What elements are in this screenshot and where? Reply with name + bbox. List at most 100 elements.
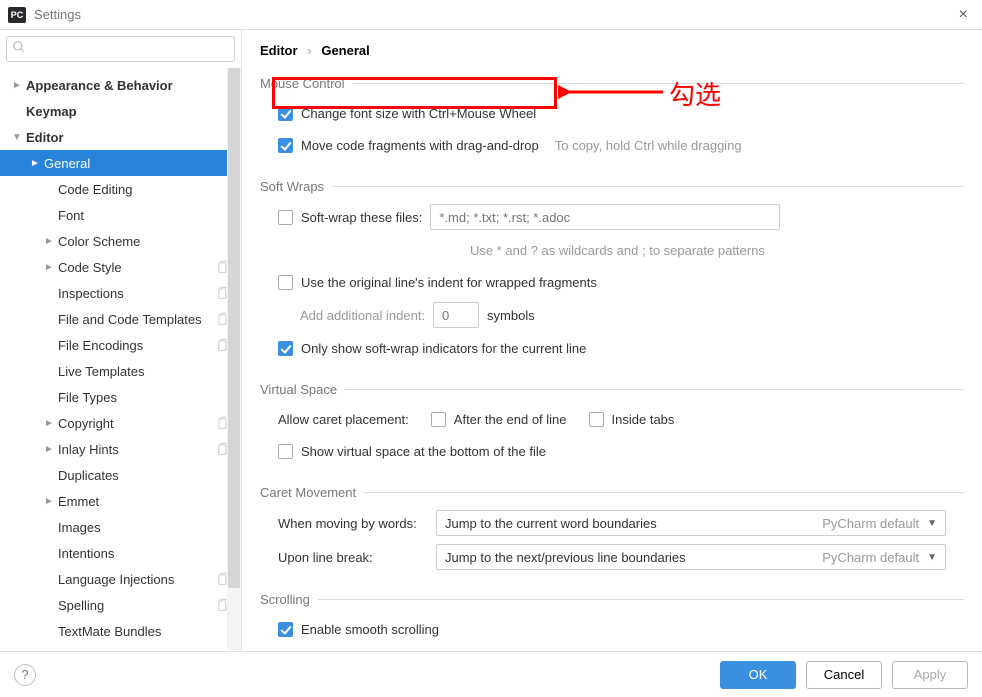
select-by-words-value: Jump to the current word boundaries bbox=[445, 516, 822, 531]
tree-item-images[interactable]: Images bbox=[0, 514, 241, 540]
select-by-words-default: PyCharm default bbox=[822, 516, 919, 531]
window-title: Settings bbox=[34, 7, 81, 22]
label-change-font-size: Change font size with Ctrl+Mouse Wheel bbox=[301, 106, 536, 121]
label-original-indent: Use the original line's indent for wrapp… bbox=[301, 275, 597, 290]
tree-arrow-icon: ► bbox=[44, 236, 58, 247]
tree-arrow-icon: ▼ bbox=[12, 132, 26, 143]
label-virtual-bottom: Show virtual space at the bottom of the … bbox=[301, 444, 546, 459]
tree-item-label: Spelling bbox=[58, 598, 217, 613]
label-allow-caret: Allow caret placement: bbox=[278, 412, 409, 427]
breadcrumb-general: General bbox=[321, 43, 369, 58]
hint-move-code: To copy, hold Ctrl while dragging bbox=[555, 138, 742, 153]
select-line-break-default: PyCharm default bbox=[822, 550, 919, 565]
hint-wildcards: Use * and ? as wildcards and ; to separa… bbox=[470, 243, 765, 258]
checkbox-softwrap-indicators[interactable] bbox=[278, 341, 293, 356]
checkbox-inside-tabs[interactable] bbox=[589, 412, 604, 427]
tree-item-inlay-hints[interactable]: ►Inlay Hints bbox=[0, 436, 241, 462]
label-softwrap-indicators: Only show soft-wrap indicators for the c… bbox=[301, 341, 586, 356]
tree-item-label: Copyright bbox=[58, 416, 217, 431]
tree-item-textmate-bundles[interactable]: TextMate Bundles bbox=[0, 618, 241, 644]
tree-item-label: TODO bbox=[58, 650, 233, 651]
tree-scrollbar[interactable] bbox=[227, 68, 241, 650]
tree-item-label: Duplicates bbox=[58, 468, 233, 483]
tree-item-language-injections[interactable]: Language Injections bbox=[0, 566, 241, 592]
soft-wrap-files-input[interactable] bbox=[430, 204, 780, 230]
titlebar: PC Settings × bbox=[0, 0, 982, 30]
tree-item-code-style[interactable]: ►Code Style bbox=[0, 254, 241, 280]
tree-item-font[interactable]: Font bbox=[0, 202, 241, 228]
label-move-code-fragments: Move code fragments with drag-and-drop bbox=[301, 138, 539, 153]
select-by-words[interactable]: Jump to the current word boundaries PyCh… bbox=[436, 510, 946, 536]
label-by-words: When moving by words: bbox=[278, 516, 428, 531]
tree-item-file-and-code-templates[interactable]: File and Code Templates bbox=[0, 306, 241, 332]
tree-item-appearance-behavior[interactable]: ►Appearance & Behavior bbox=[0, 72, 241, 98]
tree-item-file-types[interactable]: File Types bbox=[0, 384, 241, 410]
tree-item-duplicates[interactable]: Duplicates bbox=[0, 462, 241, 488]
label-symbols: symbols bbox=[487, 308, 535, 323]
tree-item-label: File and Code Templates bbox=[58, 312, 217, 327]
tree-item-editor[interactable]: ▼Editor bbox=[0, 124, 241, 150]
checkbox-after-eol[interactable] bbox=[431, 412, 446, 427]
tree-item-label: Intentions bbox=[58, 546, 233, 561]
footer: ? OK Cancel Apply bbox=[0, 651, 982, 697]
close-icon[interactable]: × bbox=[953, 6, 974, 24]
tree-item-label: File Types bbox=[58, 390, 233, 405]
tree-item-label: File Encodings bbox=[58, 338, 217, 353]
ok-button[interactable]: OK bbox=[720, 661, 796, 689]
tree-item-copyright[interactable]: ►Copyright bbox=[0, 410, 241, 436]
checkbox-smooth-scrolling[interactable] bbox=[278, 622, 293, 637]
tree-item-label: Font bbox=[58, 208, 233, 223]
tree-arrow-icon: ► bbox=[44, 496, 58, 507]
tree-item-label: Keymap bbox=[26, 104, 233, 119]
label-soft-wrap-files: Soft-wrap these files: bbox=[301, 210, 422, 225]
search-icon bbox=[12, 40, 26, 57]
section-soft-wraps: Soft Wraps bbox=[260, 179, 324, 194]
tree-arrow-icon: ► bbox=[44, 444, 58, 455]
section-caret-movement: Caret Movement bbox=[260, 485, 356, 500]
tree-arrow-icon: ► bbox=[12, 80, 26, 91]
section-mouse-control: Mouse Control bbox=[260, 76, 345, 91]
tree-item-label: Color Scheme bbox=[58, 234, 233, 249]
tree-item-label: TextMate Bundles bbox=[58, 624, 233, 639]
checkbox-soft-wrap-files[interactable] bbox=[278, 210, 293, 225]
cancel-button[interactable]: Cancel bbox=[806, 661, 882, 689]
checkbox-original-indent[interactable] bbox=[278, 275, 293, 290]
tree-item-general[interactable]: ►General bbox=[0, 150, 241, 176]
tree-item-keymap[interactable]: Keymap bbox=[0, 98, 241, 124]
chevron-down-icon: ▼ bbox=[927, 518, 937, 529]
tree-item-label: Editor bbox=[26, 130, 233, 145]
tree-item-label: Inspections bbox=[58, 286, 217, 301]
tree-item-intentions[interactable]: Intentions bbox=[0, 540, 241, 566]
app-icon: PC bbox=[8, 7, 26, 23]
chevron-right-icon: › bbox=[307, 44, 311, 58]
tree-item-color-scheme[interactable]: ►Color Scheme bbox=[0, 228, 241, 254]
help-button[interactable]: ? bbox=[14, 664, 36, 686]
apply-button[interactable]: Apply bbox=[892, 661, 968, 689]
label-inside-tabs: Inside tabs bbox=[612, 412, 675, 427]
tree-item-emmet[interactable]: ►Emmet bbox=[0, 488, 241, 514]
chevron-down-icon: ▼ bbox=[927, 552, 937, 563]
section-virtual-space: Virtual Space bbox=[260, 382, 337, 397]
tree-arrow-icon: ► bbox=[30, 158, 44, 169]
tree-item-label: Inlay Hints bbox=[58, 442, 217, 457]
breadcrumb: Editor › General bbox=[260, 42, 964, 58]
additional-indent-input[interactable] bbox=[433, 302, 479, 328]
checkbox-change-font-size[interactable] bbox=[278, 106, 293, 121]
tree-item-label: Live Templates bbox=[58, 364, 233, 379]
tree-item-file-encodings[interactable]: File Encodings bbox=[0, 332, 241, 358]
select-line-break[interactable]: Jump to the next/previous line boundarie… bbox=[436, 544, 946, 570]
tree-item-label: Code Style bbox=[58, 260, 217, 275]
tree-item-code-editing[interactable]: Code Editing bbox=[0, 176, 241, 202]
tree-item-label: Appearance & Behavior bbox=[26, 78, 233, 93]
tree-item-label: Language Injections bbox=[58, 572, 217, 587]
checkbox-move-code-fragments[interactable] bbox=[278, 138, 293, 153]
tree-item-inspections[interactable]: Inspections bbox=[0, 280, 241, 306]
section-scrolling: Scrolling bbox=[260, 592, 310, 607]
checkbox-virtual-bottom[interactable] bbox=[278, 444, 293, 459]
tree-item-live-templates[interactable]: Live Templates bbox=[0, 358, 241, 384]
breadcrumb-editor[interactable]: Editor bbox=[260, 43, 298, 58]
select-line-break-value: Jump to the next/previous line boundarie… bbox=[445, 550, 822, 565]
tree-item-todo[interactable]: TODO bbox=[0, 644, 241, 650]
tree-item-spelling[interactable]: Spelling bbox=[0, 592, 241, 618]
search-input[interactable] bbox=[6, 36, 235, 62]
